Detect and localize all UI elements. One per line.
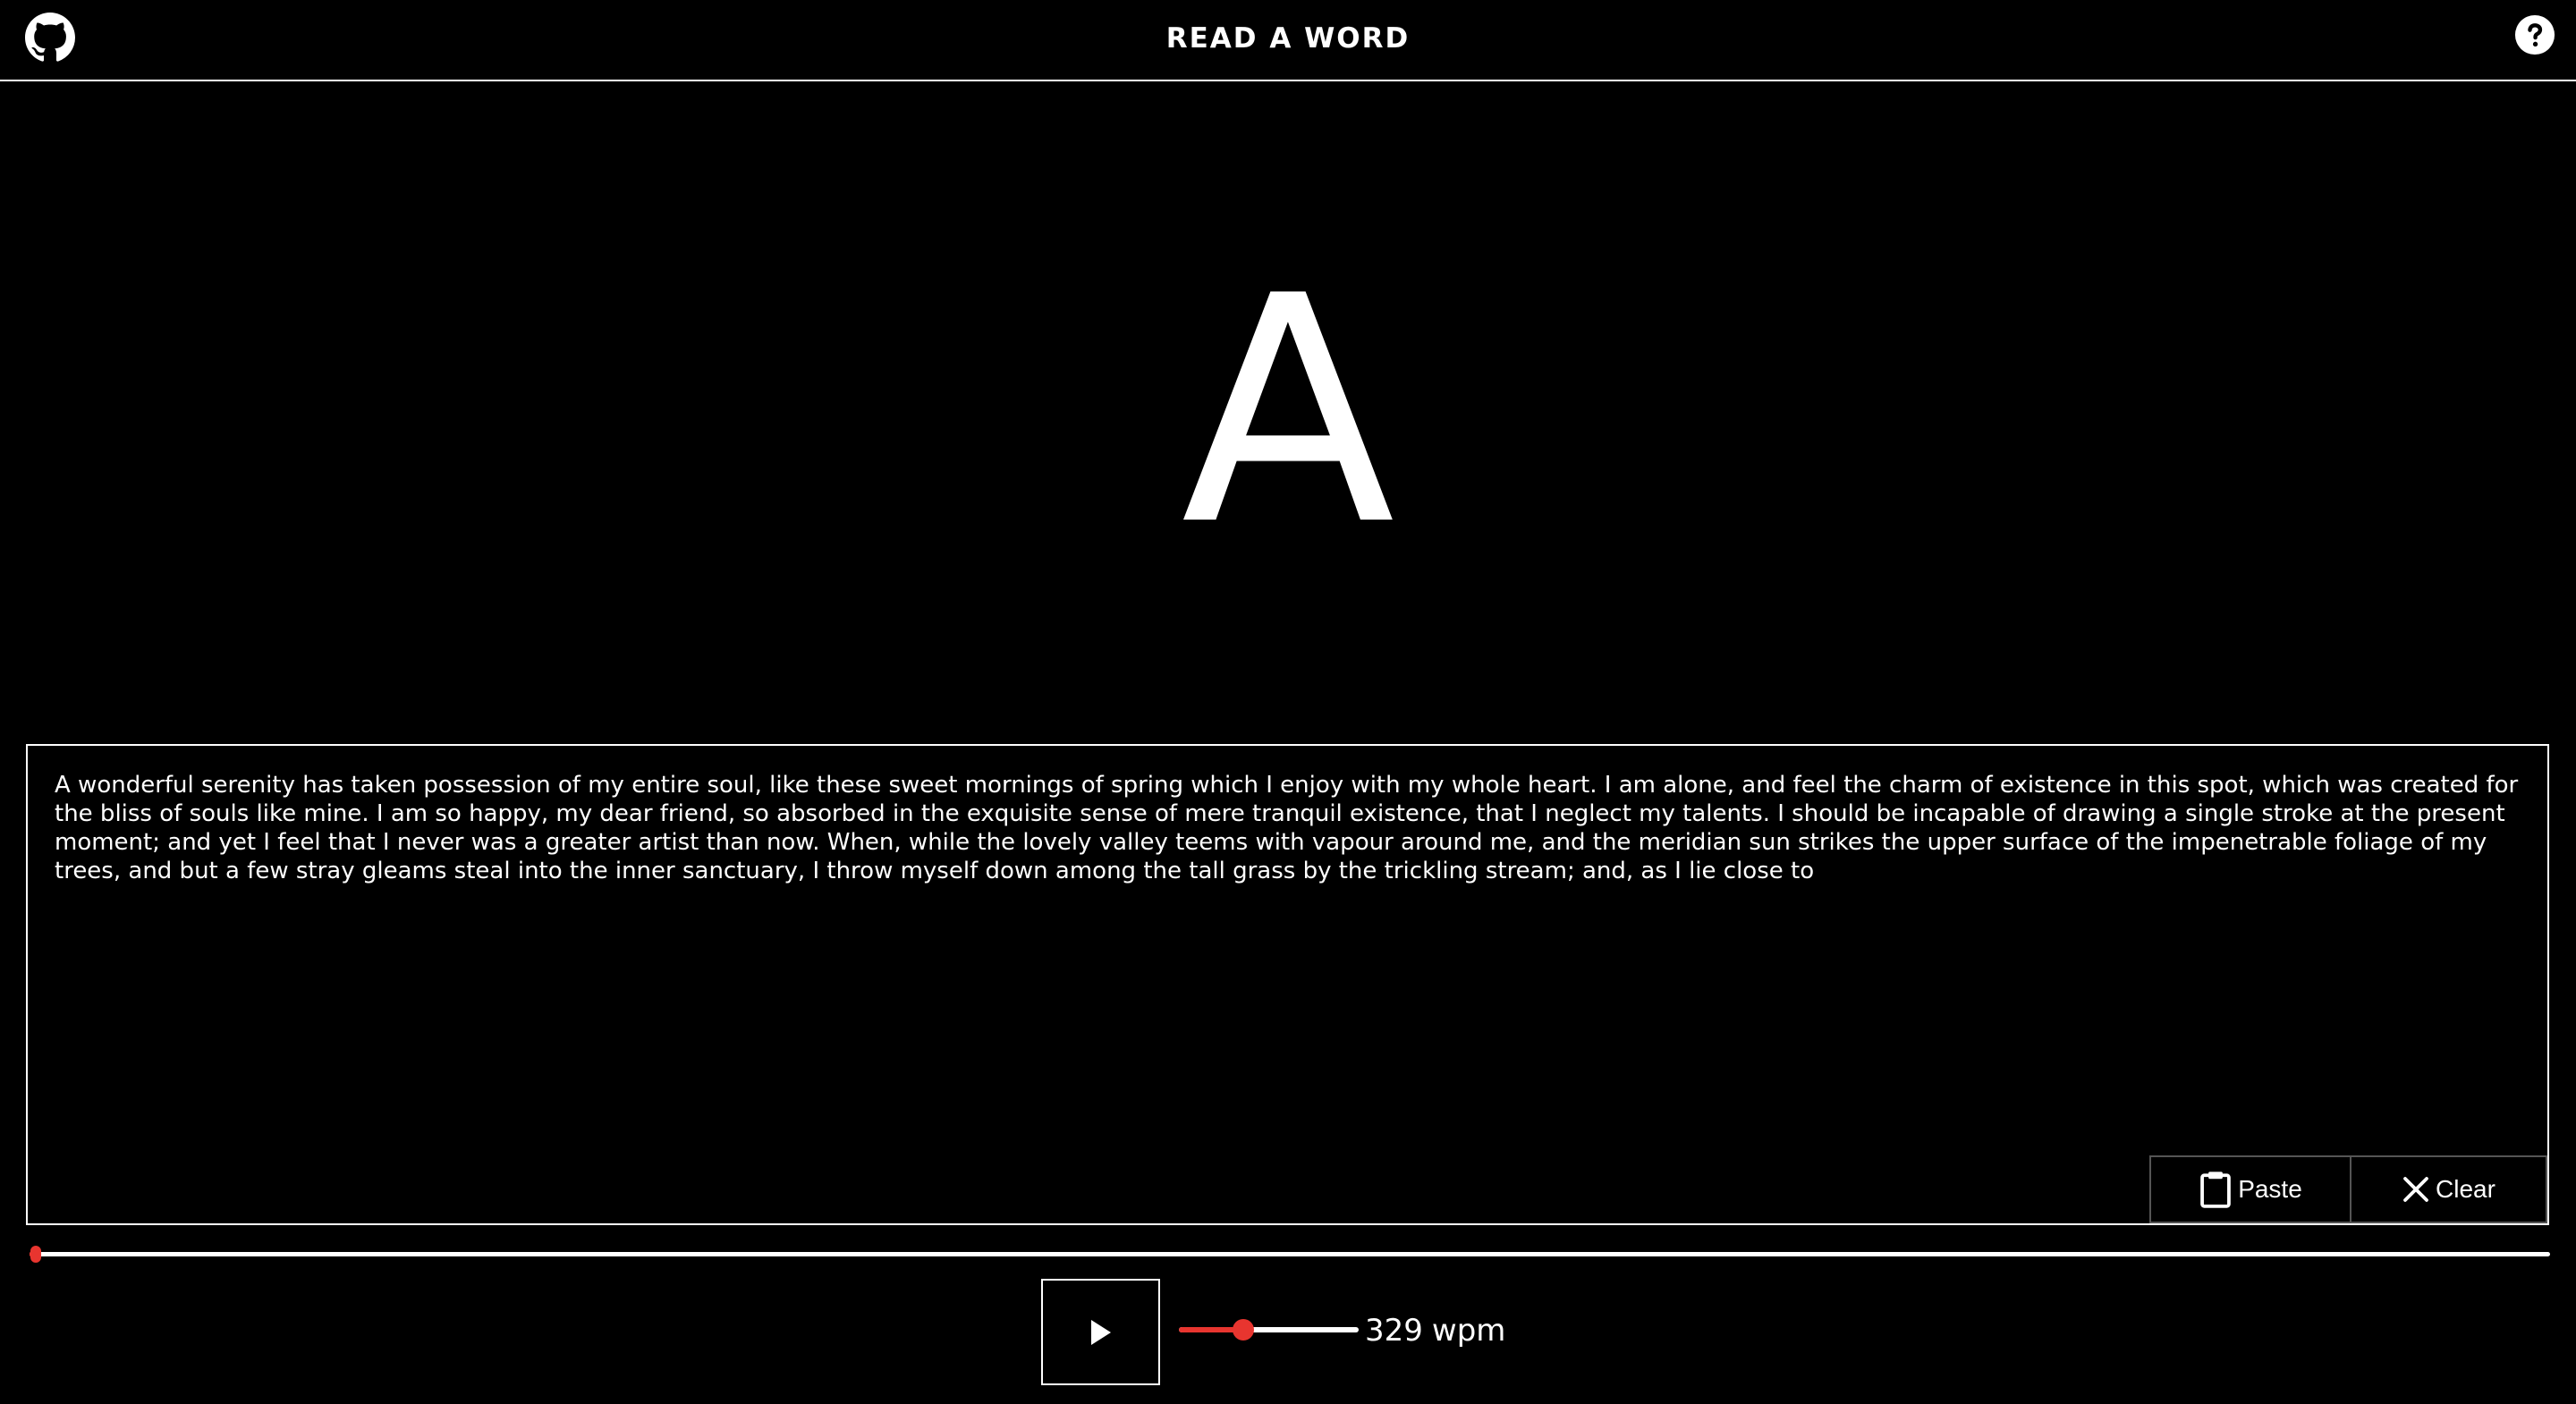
speed-slider[interactable] <box>1179 1319 1359 1341</box>
reading-progress-bar[interactable] <box>30 1246 2550 1263</box>
clear-button[interactable]: Clear <box>2350 1155 2547 1223</box>
clipboard-icon <box>2200 1171 2232 1208</box>
help-circle-icon <box>2514 14 2555 55</box>
text-action-buttons: Paste Clear <box>2149 1155 2547 1223</box>
speed-unit: wpm <box>1431 1313 1506 1349</box>
paste-button-label: Paste <box>2238 1175 2302 1203</box>
play-icon <box>1090 1319 1111 1345</box>
current-word-display: A <box>1181 229 1395 594</box>
text-input[interactable] <box>55 771 2523 1173</box>
clear-button-label: Clear <box>2436 1175 2496 1203</box>
close-icon <box>2403 1177 2428 1202</box>
header-bar: READ A WORD <box>0 0 2576 81</box>
help-button[interactable] <box>2513 13 2556 56</box>
text-input-panel: Paste Clear <box>26 744 2549 1225</box>
play-button[interactable] <box>1041 1279 1160 1385</box>
app-title: READ A WORD <box>1165 22 1411 55</box>
speed-slider-handle[interactable] <box>1233 1319 1255 1341</box>
paste-button[interactable]: Paste <box>2149 1155 2350 1223</box>
reading-progress-handle[interactable] <box>30 1246 41 1263</box>
speed-readout: 329 wpm <box>1365 1311 1505 1350</box>
speed-value: 329 <box>1365 1313 1423 1349</box>
